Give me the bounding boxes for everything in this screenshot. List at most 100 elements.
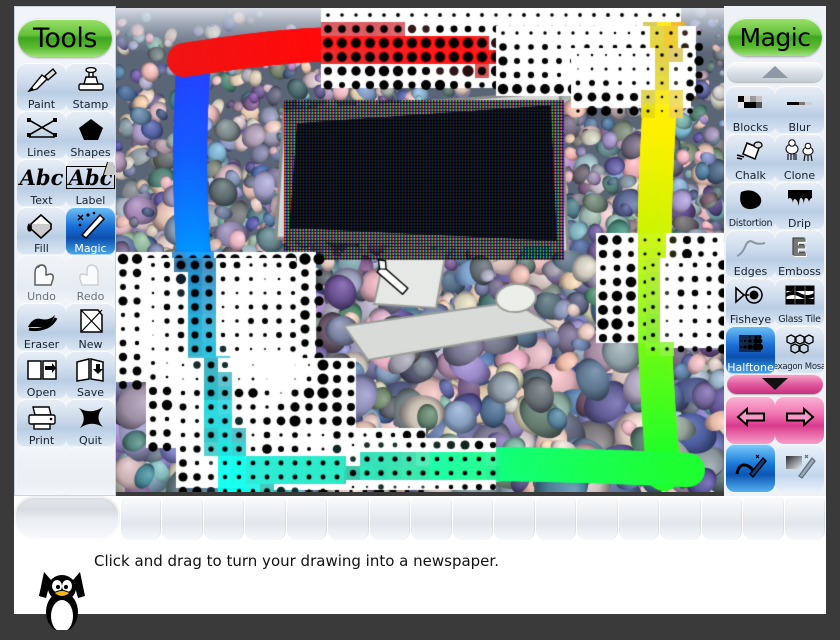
tool-button-save[interactable]: Save bbox=[66, 351, 115, 399]
color-swatch[interactable] bbox=[701, 496, 743, 540]
tool-button-fisheye[interactable]: Fisheye bbox=[726, 278, 775, 326]
magic-paint-mode-button[interactable] bbox=[726, 444, 775, 492]
tool-button-eraser[interactable]: Eraser bbox=[17, 303, 66, 351]
tool-button-open[interactable]: Open bbox=[17, 351, 66, 399]
undo-hand-icon bbox=[17, 255, 66, 291]
tools-button-grid: Paint Stamp Lines Shapes Abc Text Abc Label Fill… bbox=[17, 63, 115, 495]
tool-button-empty bbox=[66, 447, 115, 495]
pentagon-shape-icon bbox=[66, 111, 115, 147]
color-swatch[interactable] bbox=[660, 496, 701, 540]
color-swatch[interactable] bbox=[411, 496, 452, 540]
status-message: Click and drag to turn your drawing into… bbox=[94, 552, 499, 570]
tool-button-label[interactable]: Abc Label bbox=[66, 159, 115, 207]
color-swatch[interactable] bbox=[743, 496, 784, 540]
tool-button-drip[interactable]: Drip bbox=[775, 182, 824, 230]
tool-button-label: Distortion bbox=[728, 218, 773, 229]
blank-icon bbox=[66, 447, 115, 495]
color-mixer-swatch[interactable] bbox=[14, 496, 120, 540]
paint-bucket-icon bbox=[17, 207, 66, 243]
tool-button-label: Halftone bbox=[727, 361, 774, 374]
color-swatch[interactable] bbox=[328, 496, 369, 540]
tool-button-new[interactable]: New bbox=[66, 303, 115, 351]
blank-icon bbox=[17, 447, 66, 495]
arrow-right-button[interactable] bbox=[775, 396, 824, 444]
tool-button-stamp[interactable]: Stamp bbox=[66, 63, 115, 111]
tool-button-lines[interactable]: Lines bbox=[17, 111, 66, 159]
color-swatch[interactable] bbox=[162, 496, 203, 540]
quit-x-icon bbox=[66, 399, 115, 435]
chevron-down-icon bbox=[762, 378, 788, 390]
tool-button-paint[interactable]: Paint bbox=[17, 63, 66, 111]
halftone-icon bbox=[726, 326, 775, 362]
scroll-down-arrow[interactable] bbox=[727, 374, 823, 394]
magic-mode-row bbox=[726, 444, 824, 492]
tool-button-label: Blur bbox=[788, 121, 811, 134]
tool-button-label: New bbox=[78, 338, 103, 351]
tool-button-shapes[interactable]: Shapes bbox=[66, 111, 115, 159]
color-swatch[interactable] bbox=[577, 496, 618, 540]
magic-paint-mode-icon bbox=[734, 452, 768, 484]
eraser-icon bbox=[17, 303, 66, 339]
magic-fullscreen-mode-button[interactable] bbox=[775, 444, 824, 492]
magic-panel-title: Magic bbox=[728, 18, 822, 56]
color-swatch[interactable] bbox=[245, 496, 286, 540]
tool-button-label: Drip bbox=[787, 217, 812, 230]
color-swatch[interactable] bbox=[784, 496, 825, 540]
tool-button-blocks[interactable]: Blocks bbox=[726, 86, 775, 134]
redo-hand-icon bbox=[66, 255, 115, 291]
tool-button-clone[interactable]: Clone bbox=[775, 134, 824, 182]
glass-tile-icon bbox=[775, 278, 824, 314]
color-swatch[interactable] bbox=[618, 496, 660, 540]
magic-nav-row bbox=[726, 396, 824, 444]
arrow-right-icon bbox=[783, 404, 817, 436]
tool-button-halftone[interactable]: Halftone bbox=[726, 326, 775, 374]
tux-penguin bbox=[30, 566, 94, 634]
color-swatch[interactable] bbox=[452, 496, 494, 540]
color-swatch[interactable] bbox=[121, 496, 162, 540]
tool-button-hexagon-mosaic[interactable]: Hexagon Mosaic bbox=[775, 326, 824, 374]
drawing-canvas[interactable] bbox=[116, 8, 724, 492]
status-bar: Click and drag to turn your drawing into… bbox=[14, 540, 826, 632]
tool-button-label: Glass Tile bbox=[778, 314, 821, 325]
tool-button-edges[interactable]: Edges bbox=[726, 230, 775, 278]
color-swatch[interactable] bbox=[286, 496, 328, 540]
tool-button-distortion[interactable]: Distortion bbox=[726, 182, 775, 230]
lines-icon bbox=[17, 111, 66, 147]
tool-button-label: Open bbox=[26, 386, 57, 399]
tool-button-label: Redo bbox=[76, 290, 105, 303]
tool-button-label: Text bbox=[30, 194, 53, 207]
tool-button-label: Fisheye bbox=[729, 313, 772, 326]
open-folder-icon bbox=[17, 351, 66, 387]
tool-button-label: Lines bbox=[27, 146, 56, 159]
tool-button-fill[interactable]: Fill bbox=[17, 207, 66, 255]
color-swatch[interactable] bbox=[535, 496, 577, 540]
tool-button-print[interactable]: Print bbox=[17, 399, 66, 447]
arrow-left-button[interactable] bbox=[726, 396, 775, 444]
tool-button-undo[interactable]: Undo bbox=[17, 255, 66, 303]
magic-panel: Magic Blocks Blur Chalk Clone Distortion Drip… bbox=[724, 6, 826, 496]
tool-button-label: Hexagon Mosaic bbox=[775, 362, 824, 372]
tool-button-emboss[interactable]: E Emboss bbox=[775, 230, 824, 278]
tool-button-label: Paint bbox=[27, 98, 56, 111]
color-swatch[interactable] bbox=[203, 496, 245, 540]
chalk-icon bbox=[726, 134, 775, 170]
tool-button-blur[interactable]: Blur bbox=[775, 86, 824, 134]
tool-button-glass-tile[interactable]: Glass Tile bbox=[775, 278, 824, 326]
scroll-up-arrow[interactable] bbox=[727, 62, 823, 82]
tool-button-label: Blocks bbox=[732, 121, 769, 134]
save-book-icon bbox=[66, 351, 115, 387]
tool-button-magic[interactable]: Magic bbox=[66, 207, 115, 255]
tool-button-label: Stamp bbox=[72, 98, 109, 111]
clone-sheep-icon bbox=[775, 134, 824, 170]
drip-icon bbox=[775, 182, 824, 218]
tool-button-text[interactable]: Abc Text bbox=[17, 159, 66, 207]
color-palette bbox=[14, 496, 826, 540]
paintbrush-icon bbox=[17, 63, 66, 99]
abc-text-icon: Abc bbox=[19, 164, 64, 190]
tool-button-label: Clone bbox=[783, 169, 816, 182]
color-swatch[interactable] bbox=[369, 496, 411, 540]
tool-button-chalk[interactable]: Chalk bbox=[726, 134, 775, 182]
tool-button-quit[interactable]: Quit bbox=[66, 399, 115, 447]
color-swatch[interactable] bbox=[494, 496, 535, 540]
tool-button-redo[interactable]: Redo bbox=[66, 255, 115, 303]
